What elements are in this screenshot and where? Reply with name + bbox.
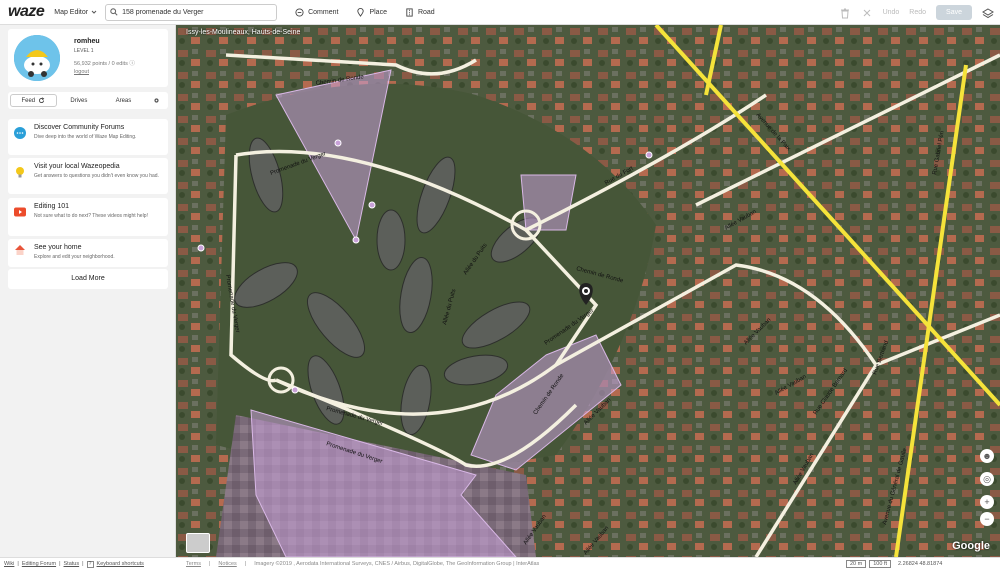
tab-drives-label: Drives [70, 97, 88, 104]
comment-icon [295, 7, 304, 17]
road-tool-label: Road [417, 8, 435, 16]
profile-card: romheu LEVEL 1 56,932 points / 0 edits ⓘ… [8, 29, 168, 87]
clear-icon[interactable] [861, 7, 873, 19]
user-stats: 56,932 points / 0 edits ⓘ [74, 59, 135, 67]
tab-areas[interactable]: Areas [101, 98, 146, 104]
edit-actions: Undo Redo Save [839, 0, 1000, 25]
undo-button[interactable]: Undo [883, 9, 900, 16]
feed-card-forums[interactable]: Discover Community Forums Dive deep into… [8, 119, 168, 155]
divider: | [82, 561, 84, 567]
sidebar: romheu LEVEL 1 56,932 points / 0 edits ⓘ… [0, 25, 176, 557]
bulb-icon [16, 167, 24, 178]
tab-areas-label: Areas [115, 97, 132, 104]
card-title: Discover Community Forums [34, 124, 125, 131]
feed-card-wazeopedia[interactable]: Visit your local Wazeopedia Get answers … [8, 158, 168, 194]
tab-drives[interactable]: Drives [57, 98, 102, 104]
load-more-button[interactable]: Load More [8, 269, 168, 289]
card-title: See your home [34, 244, 82, 251]
scale-feet: 100 ft [869, 560, 891, 568]
place-tool-button[interactable]: Place [356, 7, 387, 17]
map-canvas[interactable]: Chemin de Ronde Promenade du Verger Rue … [176, 25, 1000, 557]
wiki-link[interactable]: Wiki [4, 561, 14, 568]
gear-icon [154, 98, 159, 103]
refresh-icon[interactable] [38, 97, 45, 104]
zoom-in-button[interactable]: + [980, 495, 994, 509]
card-description: Not sure what to do next? These videos m… [34, 213, 148, 219]
road-icon [406, 7, 413, 17]
search-input[interactable] [122, 8, 273, 16]
imagery-toggle-thumbnail[interactable] [186, 533, 210, 553]
scale-meters: 20 m [846, 560, 867, 568]
status-link[interactable]: Status [64, 561, 80, 568]
place-pin-icon [357, 7, 365, 17]
card-title: Editing 101 [34, 203, 70, 210]
comment-tool-button[interactable]: Comment [295, 7, 339, 17]
home-icon [15, 245, 25, 255]
editing-forum-link[interactable]: Editing Forum [22, 561, 56, 568]
comment-tool-label: Comment [308, 8, 339, 16]
map-attribution: Terms | Notices | Imagery ©2019 , Aeroda… [186, 561, 539, 567]
keyboard-shortcuts-link[interactable]: Keyboard shortcuts [97, 561, 144, 568]
coordinates-readout: 2.26824 48.81874 [898, 561, 943, 567]
chevron-down-icon [91, 10, 97, 14]
divider: | [244, 561, 247, 567]
user-stats-text: 56,932 points / 0 edits [74, 61, 128, 67]
app-menu-label: Map Editor [54, 8, 89, 16]
layers-icon[interactable] [982, 7, 994, 19]
divider: | [59, 561, 61, 567]
divider: | [208, 561, 211, 567]
street-view-icon[interactable]: ☻ [980, 449, 994, 463]
search-box[interactable] [105, 3, 278, 21]
footer: Wiki | Editing Forum | Status | ? Keyboard … [0, 557, 1000, 571]
settings-tab[interactable] [146, 97, 168, 104]
keyboard-icon: ? [86, 561, 94, 568]
feed-card-see-your-home[interactable]: See your home Explore and edit your neig… [8, 239, 168, 267]
notices-link[interactable]: Notices [218, 561, 236, 567]
footer-links: Wiki | Editing Forum | Status | ? Keyboard … [4, 561, 144, 568]
google-logo: Google [952, 540, 990, 552]
tab-feed[interactable]: Feed [10, 94, 57, 107]
card-description: Get answers to questions you didn't even… [34, 173, 159, 179]
zoom-out-button[interactable]: − [980, 512, 994, 526]
card-description: Dive deep into the world of Waze Map Edi… [34, 134, 137, 140]
feed-card-editing-101[interactable]: Editing 101 Not sure what to do next? Th… [8, 198, 168, 236]
map-location-label: Issy-les-Moulineaux, Hauts-de-Seine [186, 29, 301, 36]
road-tool-button[interactable]: Road [405, 7, 435, 17]
scale-bar: 20 m 100 ft [846, 560, 891, 568]
locate-icon[interactable]: ◎ [980, 472, 994, 486]
terms-link[interactable]: Terms [186, 561, 201, 567]
video-icon [14, 207, 26, 217]
divider: | [17, 561, 19, 567]
redo-button[interactable]: Redo [909, 9, 926, 16]
username: romheu [74, 38, 100, 45]
user-level: LEVEL 1 [74, 48, 94, 54]
card-title: Visit your local Wazeopedia [34, 163, 120, 170]
save-button[interactable]: Save [936, 5, 972, 20]
card-description: Explore and edit your neighborhood. [34, 254, 115, 260]
app-menu[interactable]: Map Editor [54, 9, 97, 16]
wazer-avatar-icon [14, 35, 60, 81]
search-icon [110, 8, 118, 16]
trash-icon[interactable] [839, 7, 851, 19]
top-bar: waze Map Editor Comment Place Road Undo … [0, 0, 1000, 25]
place-tool-label: Place [369, 8, 387, 16]
tab-feed-label: Feed [21, 97, 36, 104]
imagery-attribution: Imagery ©2019 , Aerodata International S… [254, 561, 540, 567]
chat-icon [14, 127, 26, 139]
avatar[interactable] [14, 35, 60, 81]
info-icon[interactable]: ⓘ [129, 61, 135, 67]
waze-logo[interactable]: waze [8, 3, 45, 21]
sidebar-tabs: Feed Drives Areas [8, 92, 168, 109]
satellite-map[interactable]: Chemin de Ronde Promenade du Verger Rue … [176, 25, 1000, 557]
logout-link[interactable]: logout [74, 69, 89, 75]
